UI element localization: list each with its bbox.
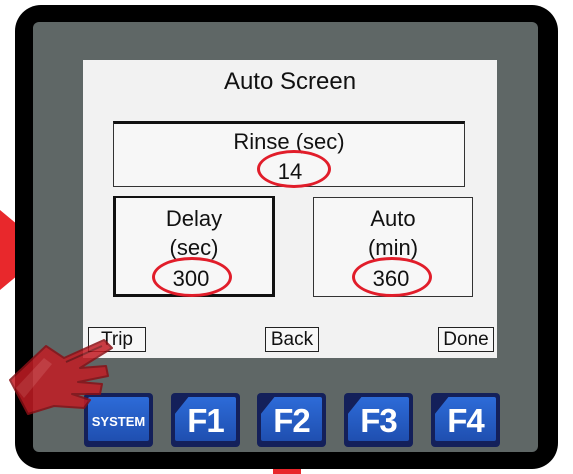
auto-label: Auto xyxy=(370,206,416,231)
f4-key-label: F4 xyxy=(447,402,485,439)
delay-highlight-circle xyxy=(152,257,232,297)
f4-key[interactable]: F4 xyxy=(431,393,500,447)
done-button[interactable]: Done xyxy=(438,327,494,352)
f3-key-label: F3 xyxy=(360,402,398,439)
f2-key[interactable]: F2 xyxy=(257,393,326,447)
f1-key[interactable]: F1 xyxy=(171,393,240,447)
f1-key-label: F1 xyxy=(187,402,225,439)
screen-title: Auto Screen xyxy=(223,68,357,95)
pointing-hand-icon xyxy=(9,339,113,415)
f3-key[interactable]: F3 xyxy=(344,393,413,447)
f2-key-label: F2 xyxy=(273,402,311,439)
rinse-highlight-circle xyxy=(257,150,331,188)
auto-highlight-circle xyxy=(352,257,432,297)
delay-label: Delay xyxy=(165,206,223,231)
back-button[interactable]: Back xyxy=(265,327,319,352)
